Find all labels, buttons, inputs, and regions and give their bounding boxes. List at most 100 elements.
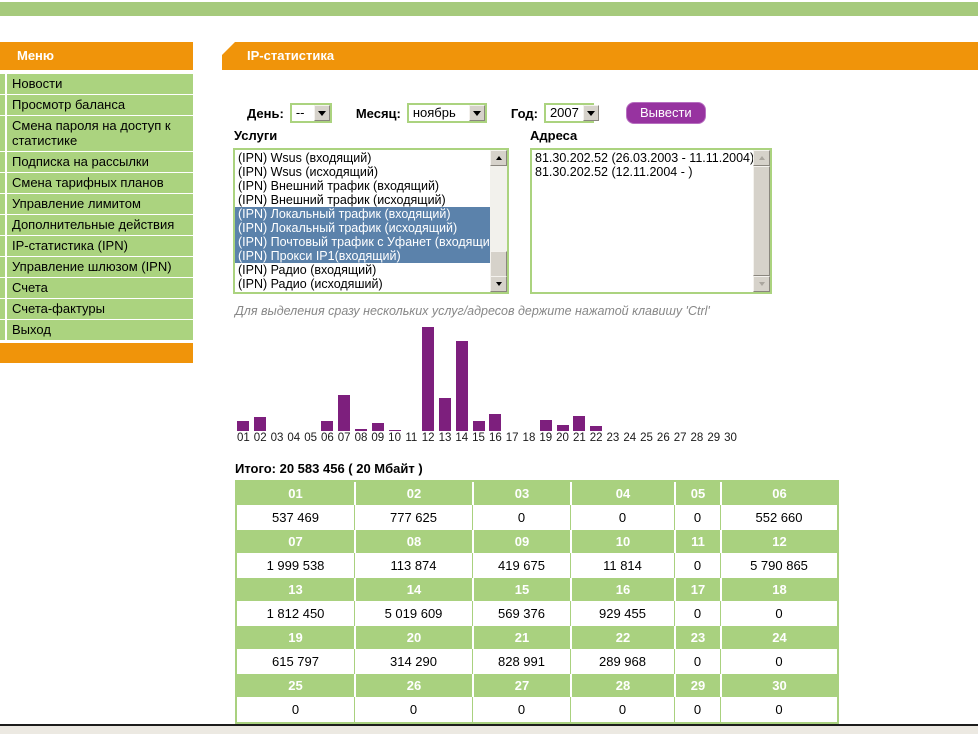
address-option[interactable]: 81.30.202.52 (26.03.2003 - 11.11.2004) [532,151,753,165]
year-select[interactable]: 2007 [544,103,594,123]
sidebar-item[interactable]: IP-статистика (IPN) [0,236,193,256]
address-option[interactable]: 81.30.202.52 (12.11.2004 - ) [532,165,753,179]
table-day-header-cell: 07 [237,530,354,553]
dropdown-arrow-icon[interactable] [469,105,485,121]
chart-bar [237,421,249,431]
sidebar-footer-bar [0,343,193,363]
sidebar-item[interactable]: Подписка на рассылки [0,152,193,172]
sidebar-item[interactable]: Счета-фактуры [0,299,193,319]
sidebar-item[interactable]: Управление шлюзом (IPN) [0,257,193,277]
table-value-cell: 0 [720,649,837,674]
chart-bar [372,423,384,431]
services-scrollbar[interactable] [490,150,507,292]
chart-bar-slot [369,423,386,431]
chart-bar-slot [453,341,470,431]
addresses-listbox[interactable]: 81.30.202.52 (26.03.2003 - 11.11.2004)81… [530,148,772,294]
table-day-header-cell: 05 [674,482,720,505]
table-day-header-row: 252627282930 [237,674,837,697]
sidebar-item-label: Счета [7,278,193,298]
scroll-down-icon[interactable] [753,276,770,292]
chart-x-tick-label: 13 [437,432,454,444]
service-option[interactable]: (IPN) Wsus (исходящий) [235,165,490,179]
sidebar-item-label: Дополнительные действия [7,215,193,235]
chart-bar [590,426,602,431]
table-value-cell: 0 [674,601,720,626]
table-day-header-cell: 24 [720,626,837,649]
service-option[interactable]: (IPN) Радио (исходяший) [235,277,490,291]
sidebar-item[interactable]: Счета [0,278,193,298]
table-value-cell: 0 [472,697,570,722]
chart-bar [338,395,350,431]
chart-x-tick-label: 05 [302,432,319,444]
sidebar-item[interactable]: Смена тарифных планов [0,173,193,193]
scroll-up-icon[interactable] [490,150,507,166]
service-option[interactable]: (IPN) Прокси IP1(входящий) [235,249,490,263]
table-day-header-cell: 17 [674,578,720,601]
addresses-scrollbar[interactable] [753,150,770,292]
table-day-header-cell: 09 [472,530,570,553]
table-day-header-cell: 29 [674,674,720,697]
chart-bar-slot [319,421,336,431]
chart-x-tick-label: 18 [521,432,538,444]
chart-bar-slot [353,429,370,431]
table-day-header-cell: 10 [570,530,674,553]
table-value-row: 1 812 4505 019 609569 376929 45500 [237,601,837,626]
filters-row: День: -- Месяц: ноябрь Год: 2007 Вывести [247,103,706,123]
chart-bar-slot [420,327,437,431]
service-option[interactable]: (IPN) Wsus (входящий) [235,151,490,165]
scrollbar-thumb[interactable] [753,166,770,276]
table-value-cell: 5 019 609 [354,601,472,626]
daily-values-table: 010203040506537 469777 625000552 6600708… [235,480,839,724]
service-option[interactable]: (IPN) Почтовый трафик с Уфанет (входящий… [235,235,490,249]
scroll-down-icon[interactable] [490,276,507,292]
sidebar-item[interactable]: Выход [0,320,193,340]
sidebar-item-strip [0,299,5,319]
month-label: Месяц: [356,106,401,121]
table-value-cell: 0 [354,697,472,722]
service-option[interactable]: (IPN) Локальный трафик (входящий) [235,207,490,221]
chart-x-axis-labels: 0102030405060708091011121314151617181920… [235,432,739,444]
table-value-cell: 1 999 538 [237,553,354,578]
table-day-header-row: 192021222324 [237,626,837,649]
service-option[interactable]: (IPN) Внешний трафик (входящий) [235,179,490,193]
month-select-value: ноябрь [409,105,460,121]
day-select-value: -- [292,105,309,121]
sidebar-item-strip [0,74,5,94]
sidebar-item[interactable]: Новости [0,74,193,94]
dropdown-arrow-icon[interactable] [583,105,599,121]
dropdown-arrow-icon[interactable] [314,105,330,121]
chart-bar [473,421,485,431]
chart-bar-slot [554,425,571,431]
service-option[interactable]: (IPN) Радио (входящий) [235,263,490,277]
scrollbar-thumb[interactable] [490,251,507,277]
service-option[interactable]: (IPN) Внешний трафик (исходящий) [235,193,490,207]
table-value-cell: 0 [237,697,354,722]
table-day-header-cell: 13 [237,578,354,601]
table-day-header-cell: 01 [237,482,354,505]
table-value-cell: 0 [674,505,720,530]
day-label: День: [247,106,284,121]
sidebar-item[interactable]: Дополнительные действия [0,215,193,235]
sidebar-item[interactable]: Смена пароля на доступ к статистике [0,116,193,151]
scroll-up-icon[interactable] [753,150,770,166]
month-select[interactable]: ноябрь [407,103,487,123]
services-listbox[interactable]: (IPN) Wsus (входящий)(IPN) Wsus (исходящ… [233,148,509,294]
table-day-header-cell: 25 [237,674,354,697]
main-content: IP-статистика День: -- Месяц: ноябрь Год… [222,42,978,734]
top-green-band [0,2,978,16]
sidebar-item-strip [0,95,5,115]
bottom-status-bar[interactable] [0,726,978,734]
table-value-cell: 569 376 [472,601,570,626]
sidebar-item[interactable]: Просмотр баланса [0,95,193,115]
sidebar: Меню НовостиПросмотр балансаСмена пароля… [0,42,193,363]
sidebar-item-strip [0,194,5,214]
addresses-label: Адреса [530,128,577,143]
chart-x-tick-label: 30 [722,432,739,444]
chart-bar [489,414,501,431]
service-option[interactable]: (IPN) Локальный трафик (исходящий) [235,221,490,235]
chart-bar-slot [487,414,504,431]
day-select[interactable]: -- [290,103,332,123]
show-button[interactable]: Вывести [626,102,706,124]
table-value-cell: 113 874 [354,553,472,578]
sidebar-item[interactable]: Управление лимитом [0,194,193,214]
